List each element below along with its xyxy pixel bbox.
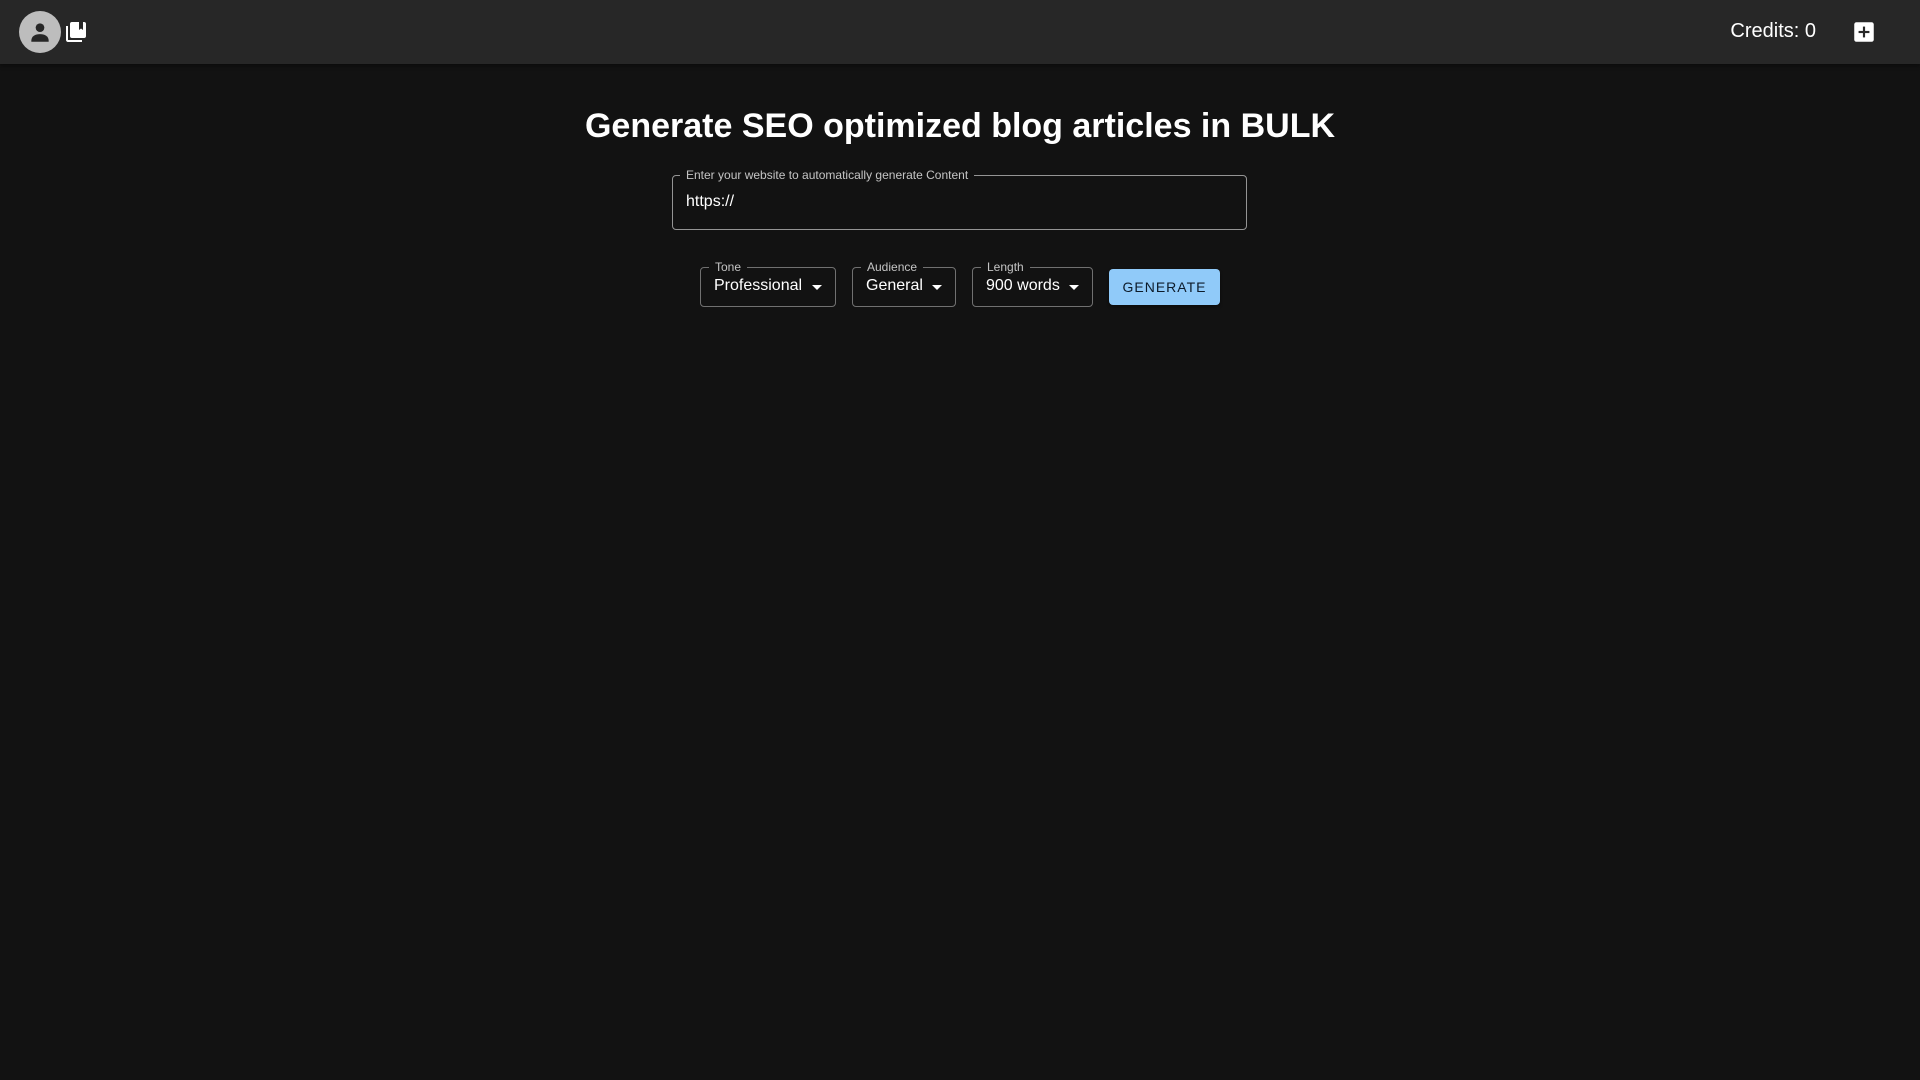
- account-avatar-button[interactable]: [19, 11, 61, 53]
- chevron-down-icon: [932, 285, 942, 290]
- tone-label: Tone: [709, 259, 748, 275]
- top-app-bar: Credits: 0: [0, 0, 1920, 64]
- website-url-field: Enter your website to automatically gene…: [672, 167, 1247, 230]
- credits-counter: Credits: 0: [1730, 20, 1816, 42]
- page-title: Generate SEO optimized blog articles in …: [584, 107, 1336, 145]
- chevron-down-icon: [812, 285, 822, 290]
- tone-value: Professional: [714, 277, 803, 294]
- audience-label: Audience: [861, 259, 924, 275]
- audience-select[interactable]: Audience General: [852, 259, 956, 307]
- website-url-input[interactable]: [686, 190, 1226, 214]
- length-label: Length: [981, 259, 1030, 275]
- add-credits-button[interactable]: [1851, 19, 1877, 45]
- website-url-label: Enter your website to automatically gene…: [680, 167, 975, 183]
- generate-button[interactable]: GENERATE: [1109, 269, 1220, 305]
- account-icon: [31, 23, 49, 42]
- library-books-icon[interactable]: [64, 20, 88, 44]
- add-box-icon: [1854, 22, 1874, 42]
- chevron-down-icon: [1069, 285, 1079, 290]
- length-value: 900 words: [986, 277, 1060, 294]
- length-select[interactable]: Length 900 words: [972, 259, 1093, 307]
- audience-value: General: [866, 277, 923, 294]
- tone-select[interactable]: Tone Professional: [700, 259, 836, 307]
